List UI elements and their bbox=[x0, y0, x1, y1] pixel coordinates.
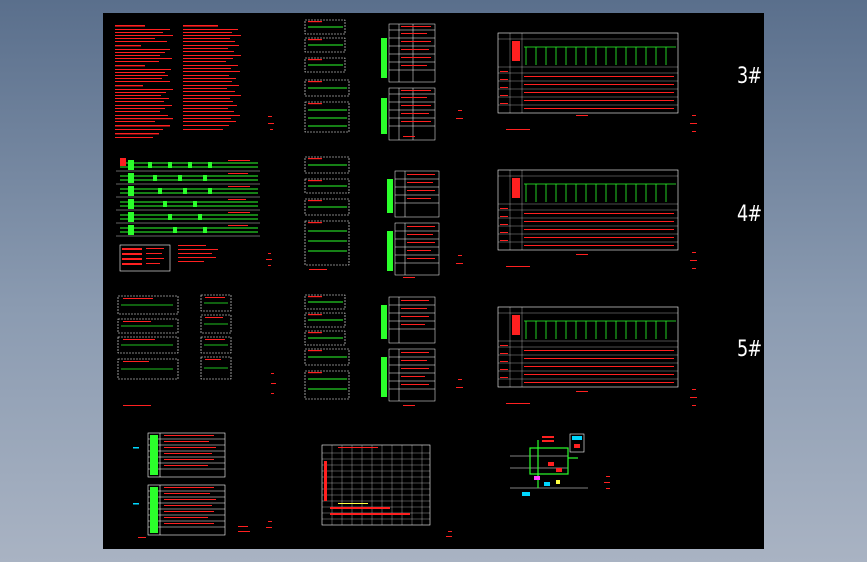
bus-rows bbox=[116, 158, 260, 237]
sheet-circuit-5 bbox=[304, 294, 463, 406]
floor-label-3: 3# bbox=[737, 64, 762, 89]
sheet-schedule-grid bbox=[321, 444, 452, 537]
notes-text-lines bbox=[115, 25, 274, 138]
sheet-distribution-tables bbox=[133, 432, 272, 538]
circuit-blocks bbox=[304, 19, 350, 133]
sheet-circuit-3 bbox=[304, 19, 463, 141]
sheet-design-notes bbox=[115, 25, 274, 138]
sheet-floor-3-schedule bbox=[497, 32, 697, 132]
floor-label-4: 4# bbox=[737, 202, 762, 227]
sheet-panel-boxes bbox=[117, 294, 276, 406]
floor-label-5: 5# bbox=[737, 337, 762, 362]
drawing-canvas[interactable]: 3# 4# 5# bbox=[103, 13, 764, 549]
load-tables bbox=[381, 23, 463, 141]
sheet-site-diagram bbox=[510, 433, 610, 496]
legend-table bbox=[119, 244, 272, 272]
sheet-floor-4-schedule bbox=[497, 169, 697, 269]
sheet-system-diagram bbox=[116, 158, 272, 272]
sheet-floor-5-schedule bbox=[497, 306, 697, 406]
sheet-circuit-4 bbox=[304, 156, 463, 278]
